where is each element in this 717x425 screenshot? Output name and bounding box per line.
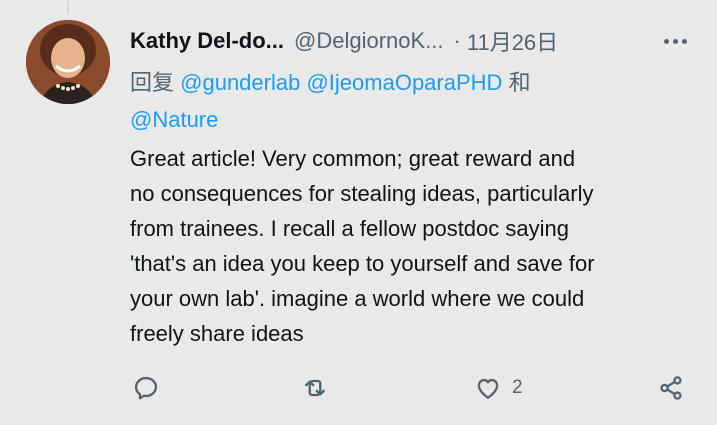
more-icon-dot: [663, 38, 669, 44]
separator-dot: ·: [453, 28, 461, 53]
tweet-header: Kathy Del-do... @DelgiornoK... · 11月26日: [130, 24, 693, 58]
tweet-text: Great article! Very common; great reward…: [130, 146, 595, 346]
avatar-photo: [26, 20, 110, 104]
author-handle[interactable]: @DelgiornoK...: [294, 28, 444, 54]
share-button[interactable]: [657, 368, 685, 408]
more-icon-dot: [672, 38, 678, 44]
like-count: 2: [512, 377, 523, 398]
reply-prefix: 回复: [130, 70, 175, 95]
mention-link[interactable]: @gunderlab: [180, 70, 300, 95]
tweet-actions: 2: [130, 368, 690, 408]
mention-link[interactable]: @IjeomaOparaPHD: [306, 70, 502, 95]
author-name[interactable]: Kathy Del-do...: [130, 28, 284, 54]
mention-link[interactable]: @Nature: [130, 107, 218, 132]
heart-icon: [477, 378, 499, 399]
like-button[interactable]: 2: [474, 368, 523, 408]
more-options-button[interactable]: [657, 24, 693, 58]
avatar[interactable]: [26, 20, 110, 104]
retweet-icon: [305, 379, 325, 397]
timestamp[interactable]: 11月26日: [467, 25, 558, 57]
thread-connector-line: [67, 0, 69, 14]
reply-icon: [134, 376, 158, 400]
reply-button[interactable]: [132, 368, 160, 408]
replying-to-line: 回复 @gunderlab @IjeomaOparaPHD 和 @Nature: [130, 64, 600, 138]
more-icon-dot: [681, 38, 687, 44]
share-icon: [660, 376, 682, 400]
mention-joiner: 和: [508, 70, 531, 95]
retweet-button[interactable]: [301, 368, 329, 408]
